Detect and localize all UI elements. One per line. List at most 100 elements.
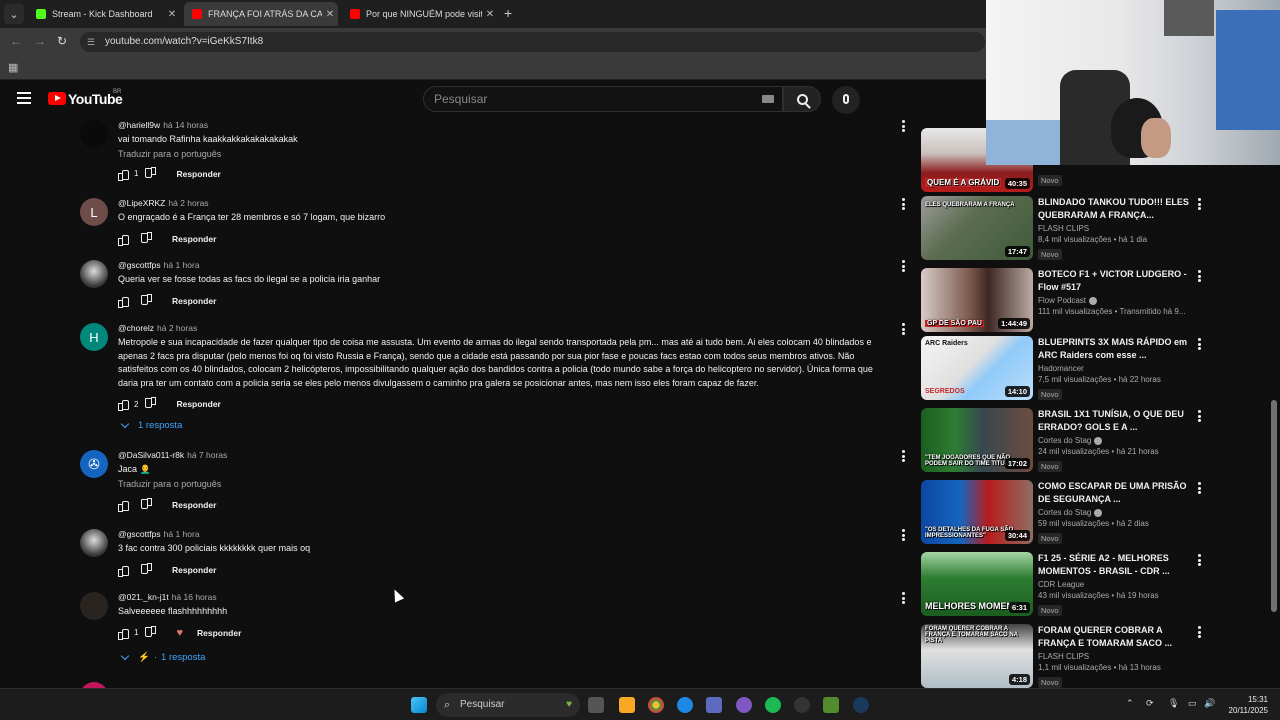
translate-link[interactable]: Traduzir para o português [118, 149, 895, 159]
comment-author[interactable]: @hariell9w [118, 120, 160, 130]
comment-author[interactable]: @DaSilva011-r8k [118, 450, 184, 460]
related-video[interactable]: ELES QUEBRARAM A FRANÇA 17:47 BLINDADO T… [921, 196, 1211, 260]
steam-icon[interactable] [853, 697, 869, 713]
spotify-icon[interactable] [765, 697, 781, 713]
network-icon[interactable]: ▭ [1188, 698, 1197, 709]
related-video[interactable]: ARC Raiders SEGREDOS 14:10 BLUEPRINTS 3X… [921, 336, 1211, 400]
avatar[interactable] [80, 120, 108, 148]
youtube-logo-icon[interactable] [48, 92, 66, 105]
volume-icon[interactable]: 🔊 [1204, 698, 1215, 709]
related-video[interactable]: MELHORES MOMENT 6:31 F1 25 - SÉRIE A2 - … [921, 552, 1211, 616]
scrollbar-thumb[interactable] [1271, 400, 1277, 612]
video-thumbnail[interactable]: "TEM JOGADORES QUE NÃO PODEM SAIR DO TIM… [921, 408, 1033, 472]
comment-author[interactable]: @gscottfps [118, 529, 161, 539]
site-info-icon[interactable]: ☰ [87, 32, 95, 52]
reply-button[interactable]: Responder [172, 565, 216, 575]
tab-search-button[interactable]: ⌄ [4, 4, 24, 24]
translate-link[interactable]: Traduzir para o português [118, 479, 895, 489]
like-icon[interactable] [118, 500, 129, 512]
avatar[interactable] [80, 260, 108, 288]
edge-icon[interactable] [677, 697, 693, 713]
avatar[interactable]: H [80, 323, 108, 351]
more-options-icon[interactable] [1197, 482, 1201, 494]
like-icon[interactable] [118, 399, 129, 411]
obs-icon[interactable] [794, 697, 810, 713]
video-title[interactable]: BLINDADO TANKOU TUDO!!! ELES QUEBRARAM A… [1038, 196, 1198, 222]
reply-button[interactable]: Responder [172, 296, 216, 306]
comment-time[interactable]: há 2 horas [157, 323, 197, 333]
video-title[interactable]: COMO ESCAPAR DE UMA PRISÃO DE SEGURANÇA … [1038, 480, 1198, 506]
comment-author[interactable]: @021._kn-j1t [118, 592, 169, 602]
keyboard-icon[interactable] [762, 95, 774, 103]
dislike-icon[interactable] [142, 296, 152, 306]
page-scrollbar[interactable] [1270, 118, 1278, 688]
menu-icon[interactable] [17, 92, 31, 104]
file-explorer-icon[interactable] [619, 697, 635, 713]
like-icon[interactable] [118, 169, 129, 181]
dislike-icon[interactable] [146, 628, 156, 638]
video-thumbnail[interactable]: MELHORES MOMENT 6:31 [921, 552, 1033, 616]
comment-time[interactable]: há 1 hora [164, 529, 200, 539]
dislike-icon[interactable] [142, 234, 152, 244]
dislike-icon[interactable] [142, 565, 152, 575]
video-title[interactable]: F1 25 - SÉRIE A2 - MELHORES MOMENTOS - B… [1038, 552, 1198, 578]
windows-start-icon[interactable] [411, 697, 427, 713]
chevron-up-icon[interactable]: ⌃ [1126, 698, 1134, 709]
address-bar[interactable]: ☰ youtube.com/watch?v=iGeKkS7Itk8 [80, 32, 985, 52]
video-thumbnail[interactable]: FORAM QUERER COBRAR A FRANÇA E TOMARAM S… [921, 624, 1033, 688]
chrome-icon[interactable] [648, 697, 664, 713]
video-thumbnail[interactable]: GP DE SÃO PAU 1:44:49 [921, 268, 1033, 332]
view-replies-button[interactable]: 1 resposta [120, 419, 182, 431]
channel-name[interactable]: FLASH CLIPS [1038, 224, 1198, 233]
close-tab-icon[interactable]: ✕ [322, 9, 338, 20]
avatar[interactable] [80, 592, 108, 620]
clock[interactable]: 15:31 20/11/2025 [1229, 694, 1268, 716]
video-title[interactable]: BOTECO F1 + VICTOR LUDGERO - Flow #517 [1038, 268, 1198, 294]
new-tab-icon[interactable]: + [504, 5, 512, 21]
comment-time[interactable]: há 16 horas [172, 592, 217, 602]
avatar[interactable] [80, 529, 108, 557]
close-tab-icon[interactable]: ✕ [164, 9, 180, 20]
discord-icon[interactable] [736, 697, 752, 713]
related-video[interactable]: "OS DETALHES DA FUGA SÃO IMPRESSIONANTES… [921, 480, 1211, 544]
like-icon[interactable] [118, 234, 129, 246]
more-options-icon[interactable] [1197, 626, 1201, 638]
channel-name[interactable]: Hadomancer [1038, 364, 1198, 373]
comment-author[interactable]: @chorelz [118, 323, 154, 333]
related-video[interactable]: FORAM QUERER COBRAR A FRANÇA E TOMARAM S… [921, 624, 1211, 688]
search-button[interactable] [783, 86, 821, 112]
channel-name[interactable]: Cortes do Stag [1038, 436, 1198, 445]
channel-name[interactable]: CDR League [1038, 580, 1198, 589]
dislike-icon[interactable] [146, 169, 156, 179]
search-input[interactable]: Pesquisar [423, 86, 783, 112]
back-arrow-icon[interactable]: ← [10, 34, 22, 48]
avatar[interactable]: L [80, 198, 108, 226]
video-title[interactable]: BLUEPRINTS 3X MAIS RÁPIDO em ARC Raiders… [1038, 336, 1198, 362]
video-thumbnail[interactable]: ARC Raiders SEGREDOS 14:10 [921, 336, 1033, 400]
channel-name[interactable]: FLASH CLIPS [1038, 652, 1198, 661]
dislike-icon[interactable] [146, 399, 156, 409]
store-icon[interactable] [706, 697, 722, 713]
channel-name[interactable]: Cortes do Stag [1038, 508, 1198, 517]
apps-grid-icon[interactable]: ▦ [8, 62, 20, 74]
forward-arrow-icon[interactable]: → [34, 34, 46, 48]
sync-icon[interactable]: ⟳ [1146, 698, 1154, 709]
like-icon[interactable] [118, 565, 129, 577]
related-video[interactable]: GP DE SÃO PAU 1:44:49 BOTECO F1 + VICTOR… [921, 268, 1211, 332]
app-icon[interactable] [823, 697, 839, 713]
reply-button[interactable]: Responder [197, 628, 241, 638]
voice-search-button[interactable] [832, 86, 860, 114]
tab-youtube-2[interactable]: Por que NINGUÉM pode visitar ✕ [342, 2, 498, 26]
video-thumbnail[interactable]: "OS DETALHES DA FUGA SÃO IMPRESSIONANTES… [921, 480, 1033, 544]
task-view-icon[interactable] [588, 697, 604, 713]
comment-author[interactable]: @gscottfps [118, 260, 161, 270]
tab-youtube-active[interactable]: FRANÇA FOI ATRÁS DA CARGA ✕ [184, 2, 338, 26]
video-title[interactable]: BRASIL 1X1 TUNÍSIA, O QUE DEU ERRADO? GO… [1038, 408, 1198, 434]
channel-name[interactable]: Flow Podcast [1038, 296, 1198, 305]
more-options-icon[interactable] [1197, 410, 1201, 422]
related-video[interactable]: "TEM JOGADORES QUE NÃO PODEM SAIR DO TIM… [921, 408, 1211, 472]
comment-time[interactable]: há 2 horas [168, 198, 208, 208]
comment-author[interactable]: @LipeXRKZ [118, 198, 165, 208]
view-replies-button[interactable]: ⚡ · 1 resposta [120, 651, 205, 663]
like-icon[interactable] [118, 296, 129, 308]
